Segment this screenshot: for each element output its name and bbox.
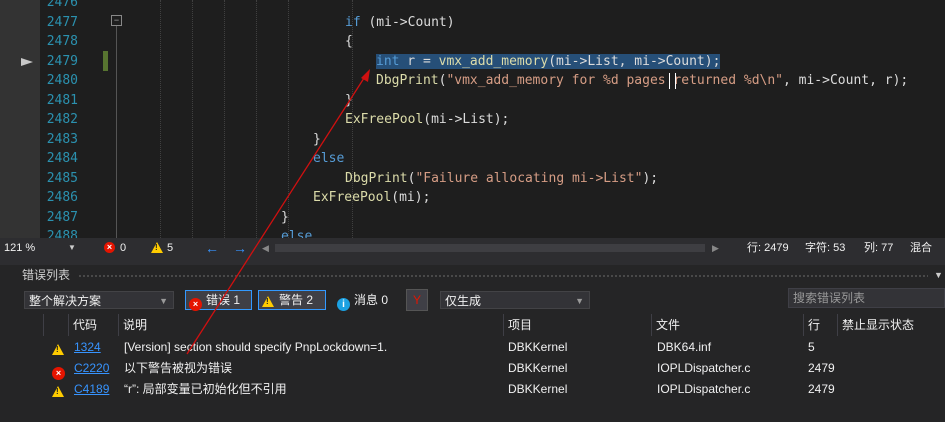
error-description: “r”: 局部变量已初始化但不引用 (124, 382, 287, 396)
error-file: DBK64.inf (657, 340, 712, 354)
line-number: 2486 (46, 190, 78, 205)
nav-back-arrow-icon[interactable]: ← (205, 238, 219, 258)
collapse-toggle[interactable]: − (111, 15, 122, 26)
column-header-filter[interactable] (44, 314, 69, 336)
next-statement-arrow-icon (21, 58, 33, 66)
drag-grip[interactable] (78, 274, 928, 278)
dropdown-arrow-icon: ▼ (159, 296, 168, 306)
i-beam-cursor-icon (669, 73, 676, 89)
panel-title-bar[interactable]: 错误列表 ▼ (0, 265, 945, 285)
error-project: DBKKernel (508, 340, 568, 354)
messages-filter-button[interactable]: i 消息 0 (333, 290, 397, 312)
column-header-line[interactable]: 行 (804, 314, 838, 336)
warning-count[interactable]: 5 (167, 238, 173, 258)
dropdown-arrow-icon: ▼ (575, 296, 584, 306)
pane-splitter[interactable] (0, 258, 945, 265)
panel-menu-arrow-icon[interactable]: ▼ (934, 265, 943, 285)
line-number: 2487 (46, 209, 78, 225)
error-code-link[interactable]: 1324 (74, 337, 101, 358)
line-number: 2479 (46, 53, 78, 69)
zoom-dropdown-arrow-icon[interactable]: ▼ (68, 238, 76, 258)
line-number: 2488 (46, 229, 78, 238)
table-row[interactable]: × C2220 以下警告被视为错误 DBKKernel IOPLDispatch… (0, 358, 945, 380)
change-tracking-bar (103, 51, 108, 71)
cursor-char: 字符: 53 (805, 242, 846, 254)
scroll-right-icon[interactable]: ▶ (712, 238, 719, 258)
cursor-line: 行: 2479 (747, 242, 789, 254)
error-file: IOPLDispatcher.c (657, 361, 751, 375)
warnings-filter-button[interactable]: ! 警告 2 (258, 290, 326, 310)
line-number: 2478 (46, 34, 78, 49)
error-file: IOPLDispatcher.c (657, 382, 751, 396)
panel-title: 错误列表 (22, 268, 71, 282)
code-line-2486[interactable]: ExFreePool(mi); (313, 188, 430, 207)
code-line-2481[interactable]: } (345, 91, 353, 110)
error-line: 2479 (808, 361, 835, 375)
cursor-col: 列: 77 (864, 242, 894, 254)
error-code-link[interactable]: C2220 (74, 358, 109, 379)
code-line-2482[interactable]: ExFreePool(mi->List); (345, 110, 509, 129)
line-number: 2480 (46, 73, 78, 88)
search-error-list-input[interactable]: 搜索错误列表 (788, 288, 945, 308)
error-line: 2479 (808, 382, 835, 396)
build-filter-dropdown[interactable]: 仅生成 ▼ (440, 291, 590, 309)
info-icon: i (337, 294, 350, 312)
column-header-severity[interactable] (0, 314, 44, 336)
error-line: 5 (808, 340, 815, 354)
scroll-left-icon[interactable]: ◀ (262, 238, 269, 258)
table-row[interactable]: ! 1324 [Version] section should specify … (0, 337, 945, 358)
column-header-project[interactable]: 项目 (504, 314, 652, 336)
outline-fold-line (116, 26, 117, 238)
code-line-2478[interactable]: { (345, 32, 353, 51)
line-number: 2477 (46, 14, 78, 30)
filter-toggle-icon[interactable]: Y (406, 289, 428, 311)
error-code-link[interactable]: C4189 (74, 379, 109, 400)
line-ending-mode: 混合 (910, 242, 932, 254)
zoom-level[interactable]: 121 % (4, 238, 35, 258)
error-project: DBKKernel (508, 361, 568, 375)
code-line-2488[interactable]: else (281, 227, 312, 238)
line-number: 2485 (46, 170, 78, 186)
code-line-2479[interactable]: int r = vmx_add_memory(mi->List, mi->Cou… (376, 52, 721, 71)
code-line-2480[interactable]: DbgPrint("vmx_add_memory for %d pages re… (376, 71, 908, 90)
line-number: 2481 (46, 92, 78, 108)
code-line-2487[interactable]: } (281, 208, 289, 227)
code-line-2484[interactable]: else (313, 149, 344, 168)
error-grid: 代码 说明 项目 文件 行 禁止显示状态 ! 1324 [Version] se… (0, 314, 945, 422)
column-header-code[interactable]: 代码 (69, 314, 119, 336)
glyph-margin[interactable] (0, 0, 40, 238)
horizontal-scrollbar[interactable] (275, 244, 705, 252)
line-number: 2476 (46, 0, 78, 10)
warning-icon: ! (262, 294, 274, 312)
editor-status-bar: 121 % ▼ × 0 ! 5 ← → ◀ ▶ 行: 2479 字符: 53 列… (0, 238, 945, 258)
code-line-2483[interactable]: } (313, 130, 321, 149)
scope-dropdown[interactable]: 整个解决方案 ▼ (24, 291, 174, 309)
error-list-panel: 错误列表 ▼ 整个解决方案 ▼ × 错误 1 ! 警告 2 i 消息 0 Y 仅生… (0, 265, 945, 422)
error-icon: × (189, 294, 202, 312)
line-number: 2482 (46, 112, 78, 127)
warning-icon: ! (52, 383, 64, 404)
error-project: DBKKernel (508, 382, 568, 396)
table-row[interactable]: ! C4189 “r”: 局部变量已初始化但不引用 DBKKernel IOPL… (0, 379, 945, 400)
line-number: 2484 (46, 151, 78, 166)
error-description: 以下警告被视为错误 (124, 361, 233, 375)
nav-forward-arrow-icon[interactable]: → (233, 238, 247, 258)
code-line-2485[interactable]: DbgPrint("Failure allocating mi->List"); (345, 169, 658, 188)
errors-filter-button[interactable]: × 错误 1 (185, 290, 252, 312)
error-count[interactable]: 0 (120, 238, 126, 258)
line-number: 2483 (46, 131, 78, 147)
column-header-file[interactable]: 文件 (652, 314, 804, 336)
code-editor[interactable]: 2476 2477 2478 2479 2480 2481 2482 2483 … (0, 0, 945, 238)
error-description: [Version] section should specify PnpLock… (124, 340, 388, 354)
column-header-description[interactable]: 说明 (119, 314, 504, 336)
code-line-2477[interactable]: if (mi->Count) (345, 13, 455, 32)
column-header-suppression[interactable]: 禁止显示状态 (838, 314, 945, 336)
